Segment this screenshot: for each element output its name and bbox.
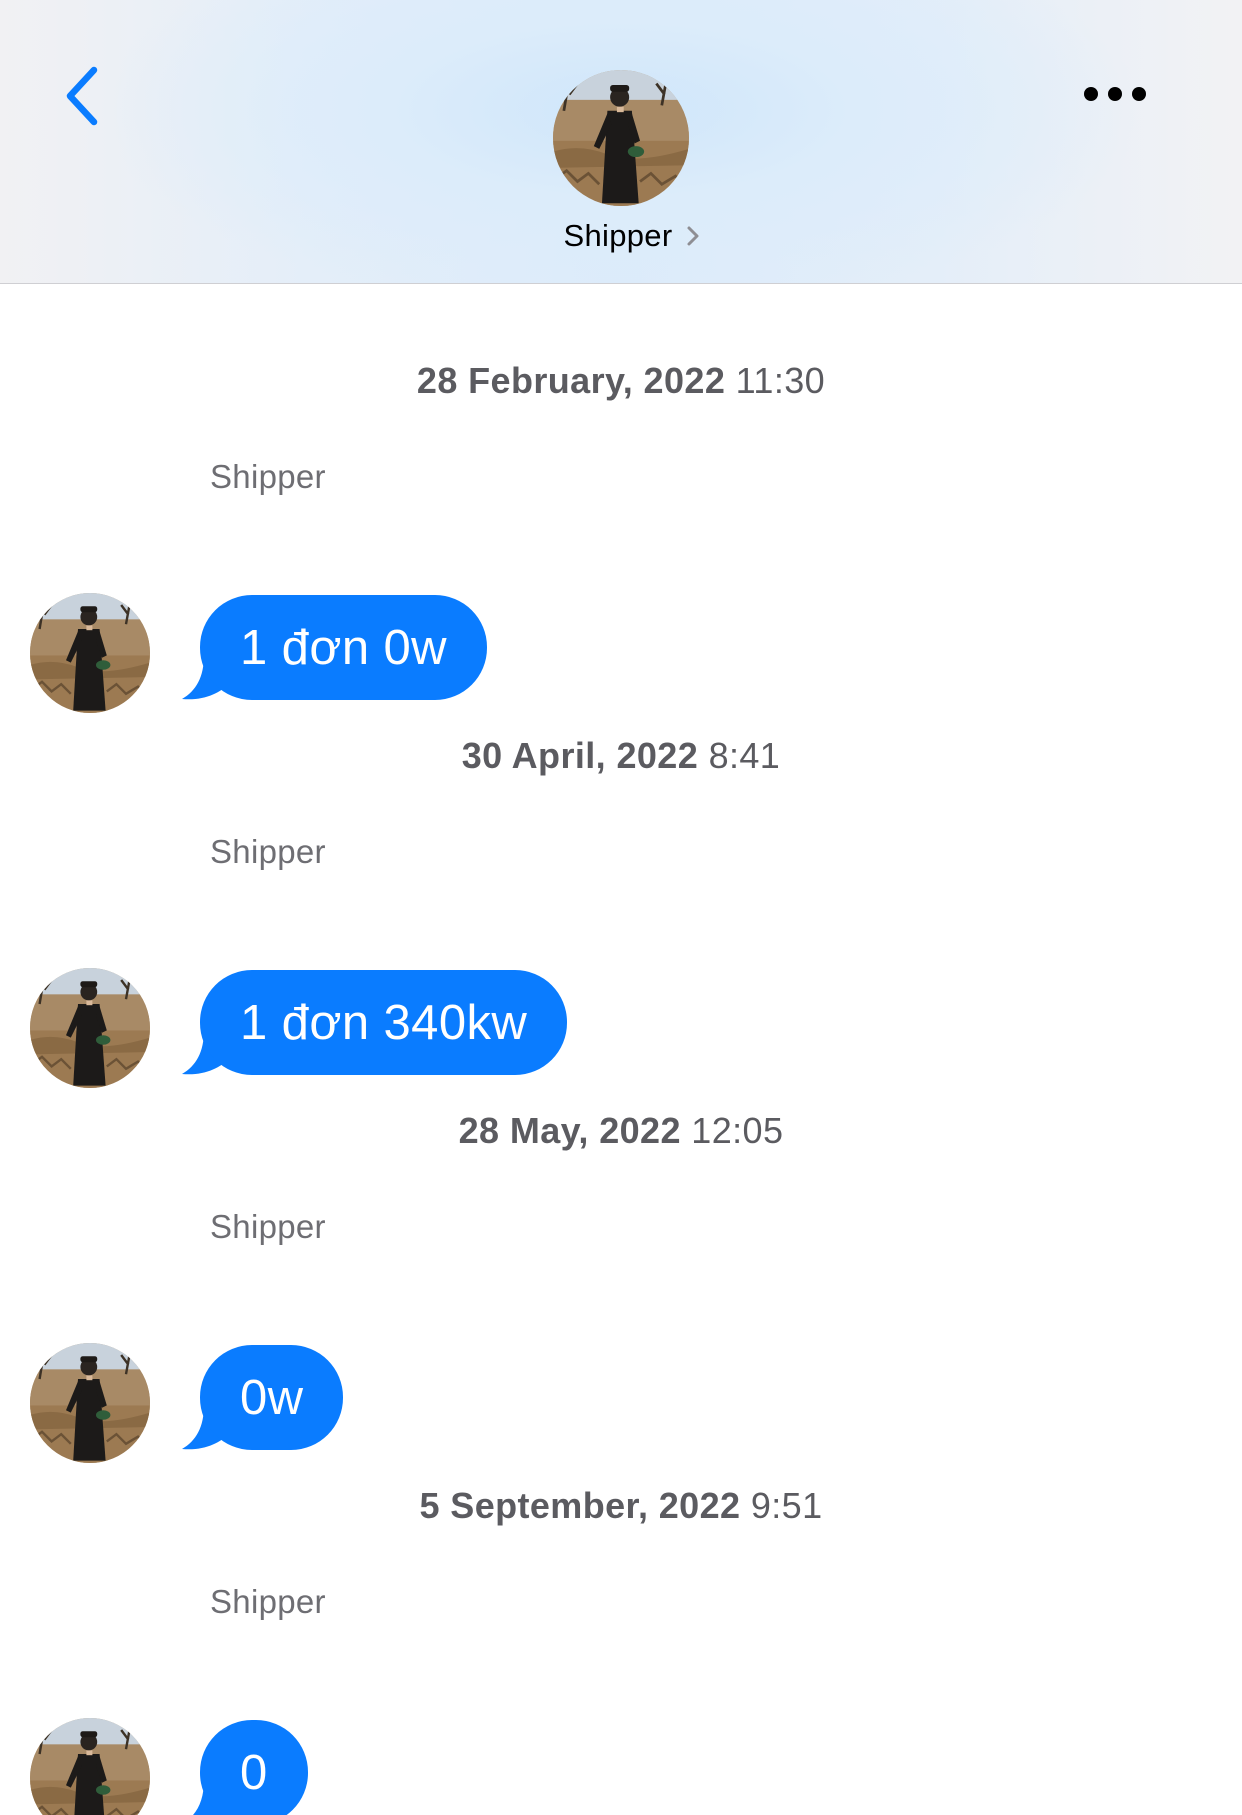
timestamp-date: 30 April, 2022	[461, 735, 699, 776]
message-group: 5 September, 2022 9:51 Shipper 0	[0, 1485, 1242, 1815]
timestamp-time: 8:41	[708, 735, 781, 776]
sender-name: Shipper	[210, 1208, 326, 1245]
message-bubble-container: 1 đơn 340kw	[182, 970, 568, 1075]
timestamp-time: 9:51	[750, 1485, 823, 1526]
timestamp-date: 28 May, 2022	[458, 1110, 681, 1151]
conversation-header: Shipper	[0, 0, 1242, 284]
more-options-button[interactable]	[1070, 68, 1160, 120]
sender-name: Shipper	[210, 458, 326, 495]
message-bubble[interactable]: 1 đơn 340kw	[200, 970, 568, 1075]
timestamp-time: 11:30	[735, 360, 826, 401]
message-timestamp: 30 April, 2022 8:41	[0, 735, 1242, 777]
message-timestamp: 28 May, 2022 12:05	[0, 1110, 1242, 1152]
sender-avatar[interactable]	[30, 593, 150, 713]
sender-name: Shipper	[210, 1583, 326, 1620]
contact-name: Shipper	[563, 218, 673, 253]
timestamp-date: 5 September, 2022	[419, 1485, 741, 1526]
sender-avatar[interactable]	[30, 968, 150, 1088]
back-button[interactable]	[52, 58, 112, 134]
message-timestamp: 5 September, 2022 9:51	[0, 1485, 1242, 1527]
message-group: 28 February, 2022 11:30 Shipper 1 đơn 0w	[0, 360, 1242, 680]
ellipsis-icon	[1084, 87, 1146, 101]
message-group: 30 April, 2022 8:41 Shipper 1 đơn 340kw	[0, 735, 1242, 1055]
sender-avatar[interactable]	[30, 1718, 150, 1815]
message-bubble[interactable]: 1 đơn 0w	[200, 595, 487, 700]
message-bubble-container: 1 đơn 0w	[182, 595, 487, 700]
message-group: 28 May, 2022 12:05 Shipper 0w	[0, 1110, 1242, 1430]
message-bubble-container: 0	[182, 1720, 308, 1815]
contact-name-button[interactable]: Shipper	[0, 218, 1242, 254]
timestamp-date: 28 February, 2022	[416, 360, 726, 401]
chevron-left-icon	[66, 66, 98, 126]
chevron-right-icon	[686, 225, 700, 247]
timestamp-time: 12:05	[691, 1110, 784, 1151]
message-bubble-container: 0w	[182, 1345, 344, 1450]
sender-name: Shipper	[210, 833, 326, 870]
message-bubble[interactable]: 0	[200, 1720, 308, 1815]
message-bubble[interactable]: 0w	[200, 1345, 344, 1450]
message-timestamp: 28 February, 2022 11:30	[0, 360, 1242, 402]
contact-avatar[interactable]	[553, 70, 689, 206]
sender-avatar[interactable]	[30, 1343, 150, 1463]
conversation-screen: Shipper 28 February, 2022 11:30 Shipper	[0, 0, 1242, 1815]
